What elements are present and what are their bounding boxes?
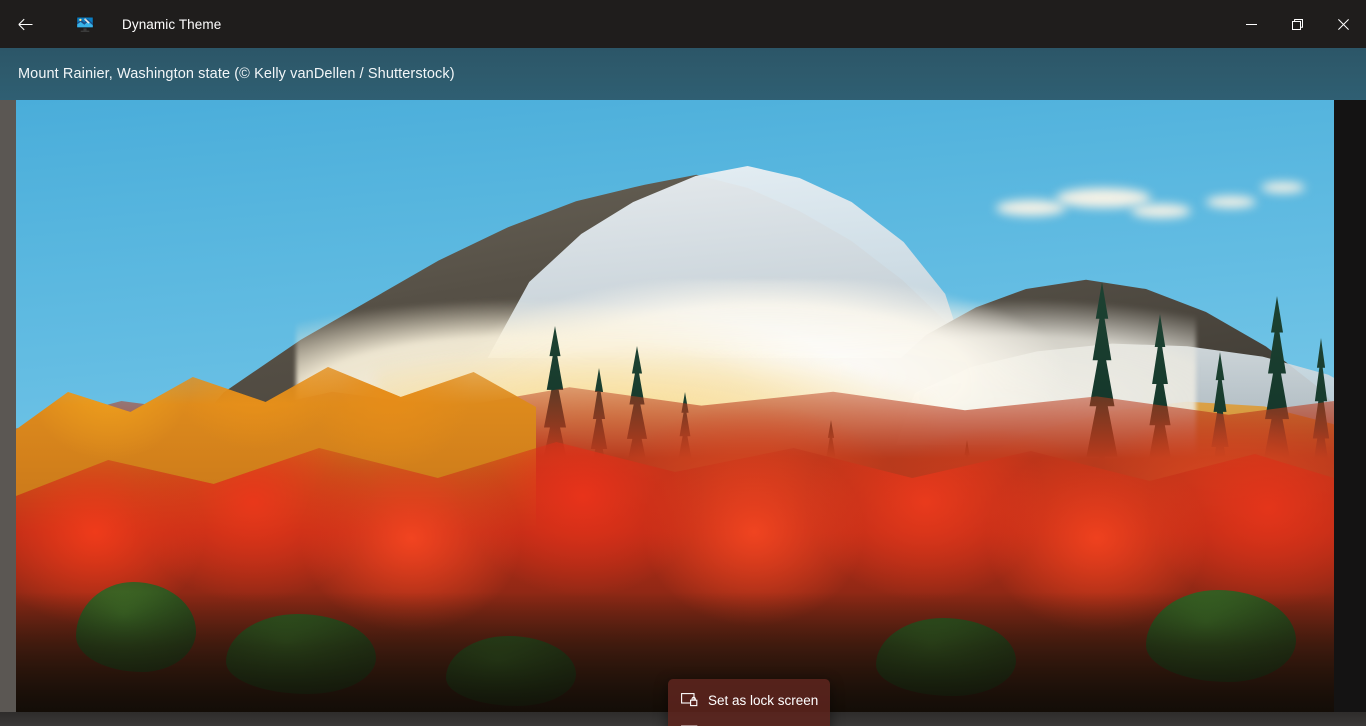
menu-item-set-as-background[interactable]: Set as background xyxy=(668,716,830,726)
image-stage: Set as lock screen Set as background xyxy=(0,100,1366,726)
lock-screen-icon xyxy=(680,691,698,709)
image-caption-bar: Mount Rainier, Washington state (© Kelly… xyxy=(0,48,1366,100)
cloud-shape xyxy=(1261,182,1305,193)
menu-item-set-as-lock-screen[interactable]: Set as lock screen xyxy=(668,684,830,716)
set-as-context-menu: Set as lock screen Set as background xyxy=(668,679,830,726)
close-icon xyxy=(1337,18,1349,30)
window-title: Dynamic Theme xyxy=(122,16,222,32)
cloud-shape xyxy=(1131,204,1191,218)
app-icon xyxy=(76,16,94,32)
menu-item-label: Set as lock screen xyxy=(708,692,819,708)
wallpaper-image[interactable] xyxy=(16,100,1334,712)
autumn-foliage xyxy=(16,332,1334,712)
minimize-button[interactable] xyxy=(1228,0,1274,48)
restore-button[interactable] xyxy=(1274,0,1320,48)
back-button[interactable] xyxy=(2,8,48,40)
arrow-left-icon xyxy=(17,18,32,30)
minimize-icon xyxy=(1245,23,1257,25)
close-button[interactable] xyxy=(1320,0,1366,48)
left-border-strip xyxy=(0,100,16,712)
title-bar: Dynamic Theme xyxy=(0,0,1366,48)
cloud-shape xyxy=(1056,188,1151,208)
cloud-shape xyxy=(996,200,1066,216)
photo-content xyxy=(16,100,1334,712)
window-controls xyxy=(1228,0,1366,48)
image-caption-text: Mount Rainier, Washington state (© Kelly… xyxy=(18,66,455,82)
restore-icon xyxy=(1291,18,1303,30)
dynamic-theme-window: Dynamic Theme Mount Rainier, Washington … xyxy=(0,0,1366,726)
right-border-strip xyxy=(1334,100,1366,712)
cloud-shape xyxy=(1206,196,1256,208)
